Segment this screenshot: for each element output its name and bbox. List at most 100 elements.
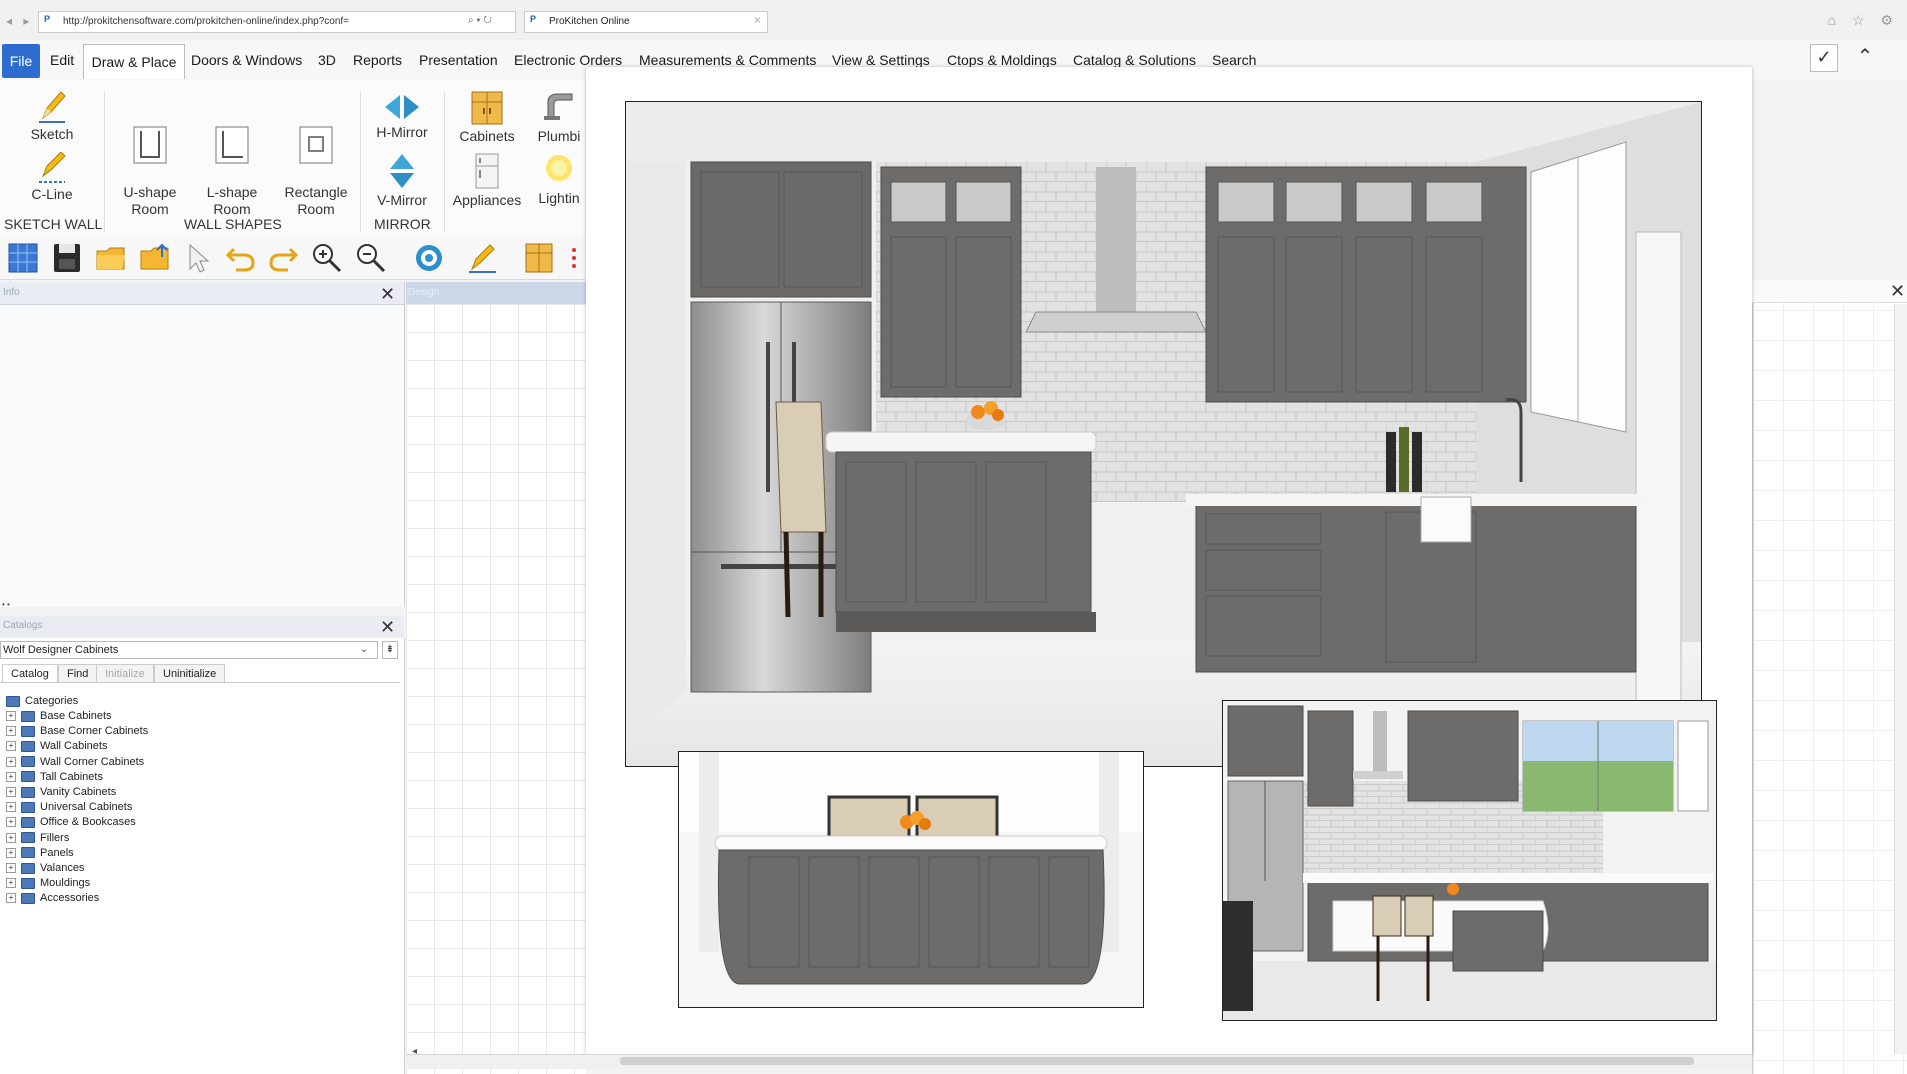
expand-plus-icon[interactable]: + <box>6 711 16 722</box>
expand-plus-icon[interactable]: + <box>6 741 16 752</box>
expand-plus-icon[interactable]: + <box>6 832 16 843</box>
browser-tab[interactable]: ProKitchen Online <box>524 11 768 33</box>
browser-nav-buttons[interactable]: ◂ ▸ <box>6 14 33 28</box>
folder-upload-icon[interactable] <box>138 241 172 275</box>
group-label-sketch-wall: SKETCH WALL <box>4 216 103 232</box>
tree-item-category[interactable]: + Wall Corner Cabinets <box>6 755 144 770</box>
appliances-button[interactable]: Appliances <box>446 152 528 209</box>
lighting-button[interactable]: Lightin <box>532 152 586 207</box>
info-panel-title: Info <box>3 287 20 298</box>
cabinet-tool-icon[interactable] <box>522 241 556 275</box>
folder-icon <box>21 771 35 783</box>
scrollbar-thumb[interactable] <box>620 1057 1694 1065</box>
group-divider <box>104 92 105 232</box>
tree-root-categories[interactable]: Categories <box>6 694 78 709</box>
tree-item-category[interactable]: + Mouldings <box>6 876 90 891</box>
kitchen-render-island <box>678 751 1144 1008</box>
tree-item-category[interactable]: + Universal Cabinets <box>6 800 132 815</box>
tree-root-label: Categories <box>25 695 79 707</box>
expand-plus-icon[interactable]: + <box>6 771 16 782</box>
expand-plus-icon[interactable]: + <box>6 817 16 828</box>
settings-gear-icon[interactable] <box>412 241 446 275</box>
tree-item-category[interactable]: + Base Cabinets <box>6 709 112 724</box>
tree-item-category[interactable]: + Tall Cabinets <box>6 770 103 785</box>
collapse-ribbon-button[interactable]: ⌃ <box>1852 44 1878 70</box>
info-close-icon[interactable]: ✕ <box>380 284 395 305</box>
u-shape-room-button[interactable]: U-shape Room <box>118 108 182 218</box>
confirm-button[interactable]: ✓ <box>1810 44 1838 72</box>
tab-reports[interactable]: Reports <box>353 49 402 75</box>
redo-icon[interactable] <box>266 241 300 275</box>
tab-uninitialize[interactable]: Uninitialize <box>154 664 226 683</box>
tree-item-category[interactable]: + Valances <box>6 861 84 876</box>
expand-plus-icon[interactable]: + <box>6 878 16 889</box>
expand-plus-icon[interactable]: + <box>6 756 16 767</box>
right-panel-close-icon[interactable]: ✕ <box>1890 281 1905 302</box>
folder-icon <box>21 892 35 904</box>
plumbing-button[interactable]: Plumbi <box>532 90 586 145</box>
tab-catalog[interactable]: Catalog <box>2 664 58 683</box>
expand-plus-icon[interactable]: + <box>6 863 16 874</box>
tab-doors-windows[interactable]: Doors & Windows <box>191 49 302 75</box>
tab-initialize[interactable]: Initialize <box>96 664 154 683</box>
browser-window-icons[interactable]: ⌂ ☆ ⚙ <box>1828 12 1899 29</box>
address-bar[interactable]: http://prokitchensoftware.com/prokitchen… <box>38 11 516 33</box>
save-icon[interactable] <box>50 241 84 275</box>
tree-item-category[interactable]: + Base Corner Cabinets <box>6 724 148 739</box>
expand-plus-icon[interactable]: + <box>6 726 16 737</box>
tab-file[interactable]: File <box>2 44 40 78</box>
l-shape-room-button[interactable]: L-shape Room <box>200 108 264 218</box>
catalog-close-icon[interactable]: ✕ <box>380 617 395 638</box>
tab-find[interactable]: Find <box>58 664 98 683</box>
zoom-out-icon[interactable] <box>354 241 388 275</box>
tab-edit[interactable]: Edit <box>50 49 74 75</box>
undo-icon[interactable] <box>224 241 258 275</box>
panel-splitter[interactable]: • • <box>2 600 10 609</box>
pencil-icon <box>39 91 66 123</box>
folder-icon <box>21 816 35 828</box>
tree-item-category[interactable]: + Panels <box>6 846 74 861</box>
tab-presentation[interactable]: Presentation <box>419 49 498 75</box>
folder-icon <box>21 877 35 889</box>
tab-favicon-icon: P <box>530 14 537 24</box>
catalog-select[interactable]: Wolf Designer Cabinets <box>0 641 378 659</box>
tab-3d[interactable]: 3D <box>318 49 336 75</box>
v-mirror-button[interactable]: V-Mirror <box>370 152 434 209</box>
chevron-down-icon[interactable]: ⌄ <box>360 644 368 655</box>
lighting-label: Lightin <box>538 190 580 206</box>
cabinets-button[interactable]: Cabinets <box>452 90 522 145</box>
sketch-button[interactable]: Sketch <box>22 90 82 143</box>
right-canvas-panel[interactable] <box>1752 280 1907 1074</box>
tree-item-category[interactable]: + Office & Bookcases <box>6 815 136 830</box>
vertical-scrollbar[interactable] <box>1894 304 1907 1054</box>
kitchen-render-island-image <box>679 752 1143 1007</box>
h-mirror-icon <box>385 95 419 119</box>
c-line-button[interactable]: C-Line <box>22 152 82 203</box>
folder-icon <box>21 756 35 768</box>
tree-item-category[interactable]: + Vanity Cabinets <box>6 785 116 800</box>
expand-plus-icon[interactable]: + <box>6 802 16 813</box>
edit-pencil-icon[interactable] <box>466 241 500 275</box>
new-design-icon[interactable] <box>6 241 40 275</box>
address-controls[interactable]: ⌕ ▾ ↻ <box>468 15 492 26</box>
folder-icon <box>21 862 35 874</box>
tab-close-icon[interactable]: × <box>754 13 761 27</box>
catalog-pin-icon[interactable]: ⇟ <box>382 641 398 659</box>
tab-draw-place[interactable]: Draw & Place <box>83 44 185 79</box>
expand-plus-icon[interactable]: + <box>6 893 16 904</box>
expand-plus-icon[interactable]: + <box>6 787 16 798</box>
expand-plus-icon[interactable]: + <box>6 847 16 858</box>
open-folder-icon[interactable] <box>94 241 128 275</box>
tree-item-category[interactable]: + Fillers <box>6 831 69 846</box>
site-favicon-icon: P <box>44 14 51 24</box>
h-mirror-button[interactable]: H-Mirror <box>370 92 434 141</box>
tree-item-category[interactable]: + Accessories <box>6 891 99 906</box>
zoom-in-icon[interactable] <box>310 241 344 275</box>
more-tools-icon[interactable] <box>570 241 584 275</box>
rectangle-room-button[interactable]: Rectangle Room <box>280 108 352 218</box>
design-canvas[interactable] <box>406 304 586 1074</box>
select-pointer-icon[interactable] <box>182 241 216 275</box>
right-panel-header <box>1752 280 1907 303</box>
folder-icon <box>21 847 35 859</box>
tree-item-category[interactable]: + Wall Cabinets <box>6 739 107 754</box>
